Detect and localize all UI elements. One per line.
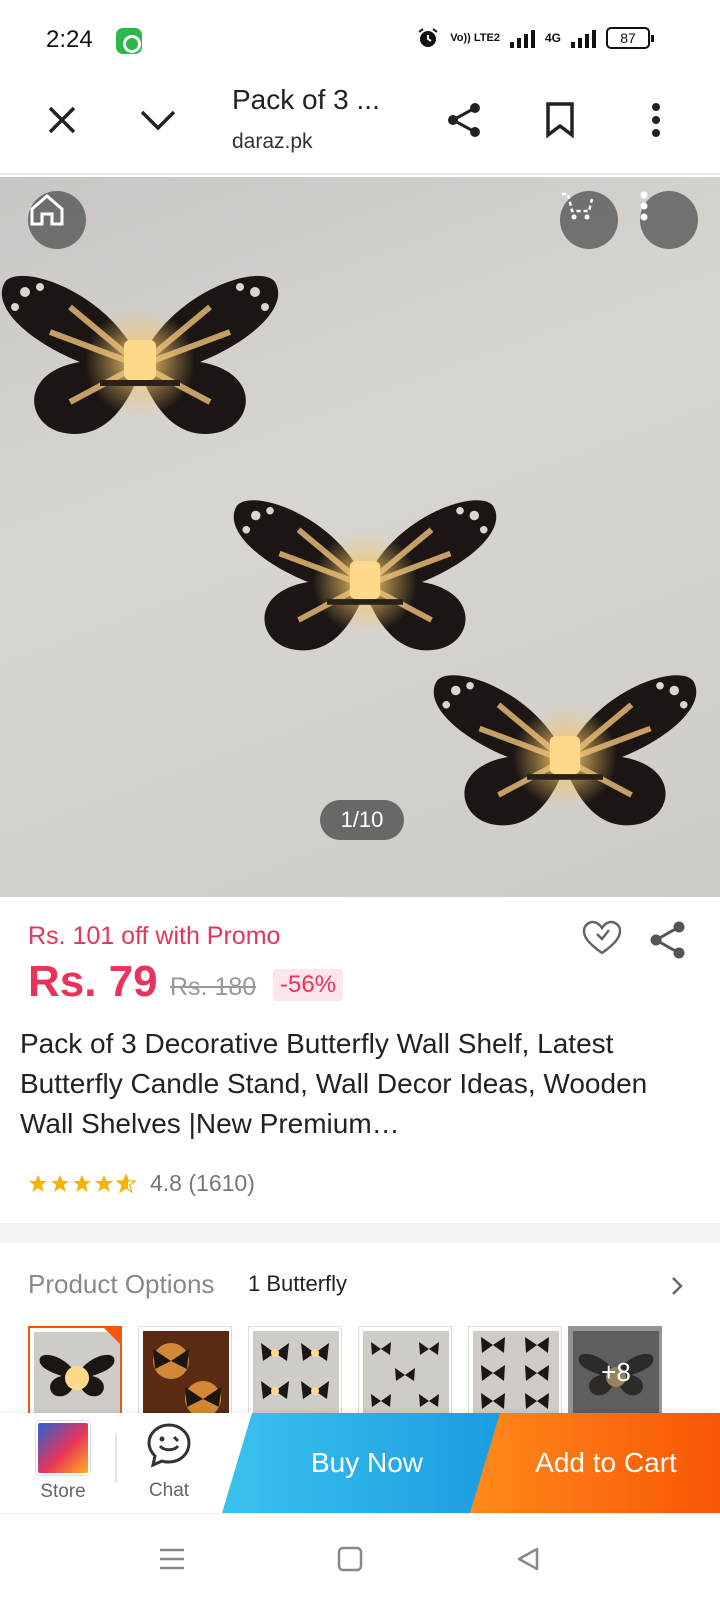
option-thumbnail-more[interactable]: +8 [568, 1326, 662, 1416]
chevron-down-icon[interactable] [128, 80, 188, 160]
back-triangle-icon[interactable] [498, 1534, 558, 1584]
bottom-action-bar: Store Chat Buy Now Add to Cart [0, 1413, 720, 1513]
store-logo [36, 1421, 90, 1475]
product-title: Pack of 3 Decorative Butterfly Wall Shel… [20, 1028, 648, 1139]
product-image [0, 177, 720, 897]
chevron-right-icon [672, 1277, 683, 1295]
app-notification-icon [116, 28, 142, 54]
signal-icon-2 [571, 28, 596, 48]
buy-now-button[interactable]: Buy Now [222, 1413, 512, 1513]
current-price: Rs. 79 [28, 957, 158, 1006]
product-options-row[interactable]: Product Options 1 Butterfly [0, 1255, 720, 1315]
option-thumbnails: +8 [28, 1326, 708, 1416]
network-label: Vo)) LTE2 [450, 31, 500, 44]
add-to-cart-button[interactable]: Add to Cart [470, 1413, 720, 1513]
more-options-count: +8 [569, 1327, 661, 1416]
option-thumbnail-1[interactable] [28, 1326, 122, 1416]
promo-text[interactable]: Rs. 101 off with Promo [28, 922, 280, 951]
bookmark-icon[interactable] [530, 80, 590, 160]
alarm-icon [418, 28, 438, 47]
action-divider [115, 1433, 117, 1483]
product-image-gallery[interactable]: 1/10 [0, 177, 720, 897]
section-divider [0, 1223, 720, 1243]
store-button[interactable]: Store [20, 1421, 106, 1509]
share-icon[interactable] [434, 80, 494, 160]
star-half-icon [116, 1173, 136, 1193]
discount-badge: -56% [273, 969, 344, 1001]
rating-text: 4.8 (1610) [150, 1170, 255, 1196]
star-icon [29, 1174, 47, 1192]
gallery-more-icon[interactable] [640, 191, 698, 249]
status-bar: 2:24 Vo)) LTE2 4G 87 [0, 0, 720, 80]
rating-stars [28, 1173, 136, 1194]
share-icon[interactable] [648, 920, 688, 962]
chat-button[interactable]: Chat [126, 1421, 212, 1509]
page-title: Pack of 3 ... [232, 84, 380, 115]
option-thumbnail-4[interactable] [358, 1326, 452, 1416]
signal-icon [509, 28, 535, 48]
chat-icon [147, 1423, 191, 1468]
close-icon[interactable] [32, 80, 92, 160]
option-thumbnail-3[interactable] [248, 1326, 342, 1416]
menu-icon[interactable] [142, 1534, 202, 1584]
more-vert-icon[interactable] [626, 80, 686, 160]
chat-label: Chat [148, 1480, 190, 1501]
status-right-cluster: Vo)) LTE2 4G 87 [416, 26, 654, 50]
original-price: Rs. 180 [170, 973, 257, 1001]
browser-toolbar: Pack of 3 ... daraz.pk [0, 80, 720, 175]
star-icon [51, 1174, 69, 1192]
store-label: Store [40, 1481, 86, 1502]
star-icon [95, 1174, 113, 1192]
network-type: 4G [544, 31, 561, 45]
image-counter: 1/10 [320, 800, 404, 840]
wishlist-heart-icon[interactable] [582, 920, 626, 960]
battery-icon: 87 [606, 27, 654, 49]
page-url: daraz.pk [232, 130, 313, 153]
selected-option: 1 Butterfly [248, 1271, 348, 1296]
option-thumbnail-5[interactable] [468, 1326, 562, 1416]
system-nav-bar [0, 1513, 720, 1604]
product-rating[interactable]: 4.8 (1610) [28, 1170, 255, 1197]
home-square-icon[interactable] [320, 1534, 380, 1584]
option-thumbnail-2[interactable] [138, 1326, 232, 1416]
home-icon[interactable] [28, 191, 86, 249]
product-options-label: Product Options [28, 1269, 215, 1299]
status-time: 2:24 [46, 26, 93, 53]
star-icon [73, 1174, 91, 1192]
cart-icon[interactable] [560, 191, 618, 249]
